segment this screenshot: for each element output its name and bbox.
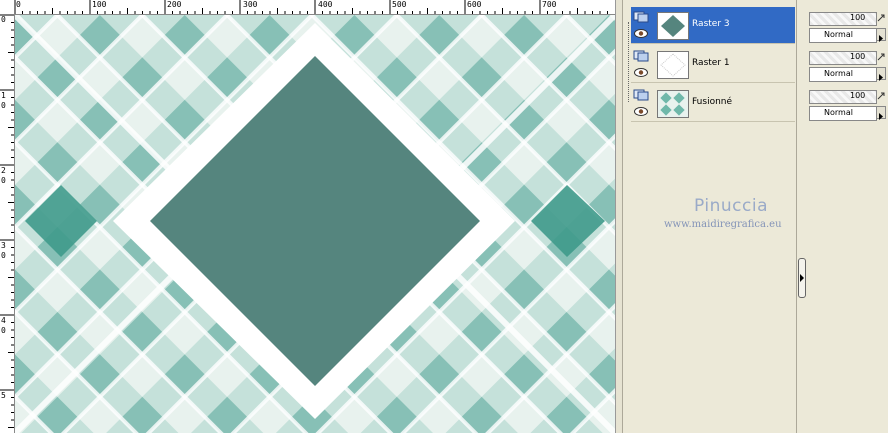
watermark-title: Pinuccia (694, 196, 768, 216)
layer-props-fusionne: 100 Normal (806, 80, 888, 121)
canvas-border (615, 0, 622, 433)
eye-icon[interactable] (634, 29, 648, 38)
vruler-label: 0 (1, 101, 6, 110)
ruler-label-700: 700 (542, 0, 557, 9)
blend-mode-select[interactable]: Normal (809, 106, 877, 121)
layer-properties-panel: 100 Normal 100 Normal 100 Normal (806, 0, 888, 433)
vruler-label: 0 (1, 251, 6, 260)
expand-arrow-icon (800, 274, 804, 282)
layer-row-fusionne[interactable]: Fusionné (631, 85, 795, 122)
blend-mode-dropdown-button[interactable] (876, 106, 886, 120)
layer-props-raster-3: 100 Normal (806, 2, 888, 43)
canvas-artwork (15, 15, 615, 433)
vertical-ruler: 0 1 0 2 0 3 0 4 0 5 (0, 14, 15, 433)
layer-name[interactable]: Raster 1 (692, 58, 730, 68)
vruler-label: 3 (1, 241, 6, 250)
ruler-label-0: 0 (16, 0, 21, 9)
vruler-label: 0 (1, 15, 6, 24)
chevron-right-icon (879, 113, 883, 120)
blend-mode-dropdown-button[interactable] (876, 67, 886, 81)
blend-mode-label: Normal (824, 69, 853, 78)
vruler-label: 0 (1, 176, 6, 185)
vruler-label: 1 (1, 91, 6, 100)
opacity-slider[interactable] (809, 51, 877, 65)
blend-mode-dropdown-button[interactable] (876, 28, 886, 42)
eye-icon[interactable] (634, 107, 648, 116)
layer-thumbnail (657, 51, 689, 79)
vruler-label: 0 (1, 326, 6, 335)
layer-group-icon[interactable] (633, 50, 649, 62)
opacity-spin-icon[interactable] (876, 51, 886, 63)
ruler-label-100: 100 (92, 0, 107, 9)
opacity-slider[interactable] (809, 12, 877, 26)
opacity-value: 100 (850, 52, 866, 61)
layer-thumbnail (657, 12, 689, 40)
vruler-label: 4 (1, 316, 6, 325)
vruler-label: 2 (1, 166, 6, 175)
opacity-spin-icon[interactable] (876, 90, 886, 102)
splitter-handle[interactable] (798, 258, 806, 298)
layer-row-raster-1[interactable]: Raster 1 (631, 46, 795, 83)
ruler-label-300: 300 (243, 0, 258, 9)
opacity-value: 100 (850, 91, 866, 100)
eye-icon[interactable] (634, 68, 648, 77)
image-canvas[interactable] (15, 15, 615, 433)
ruler-label-200: 200 (167, 0, 182, 9)
ruler-label-600: 600 (467, 0, 482, 9)
layer-row-raster-3[interactable]: Raster 3 (631, 7, 795, 44)
vruler-label: 5 (1, 391, 6, 400)
layer-tree-line (628, 22, 630, 102)
ruler-label-500: 500 (392, 0, 407, 9)
opacity-value: 100 (850, 13, 866, 22)
opacity-spin-icon[interactable] (876, 12, 886, 24)
horizontal-ruler: 0 100 200 300 400 500 600 700 (0, 0, 620, 15)
blend-mode-label: Normal (824, 108, 853, 117)
layer-name[interactable]: Raster 3 (692, 19, 730, 29)
layers-palette: Raster 3 Raster 1 Fusionné (622, 0, 797, 433)
watermark-url: www.maidiregrafica.eu (664, 219, 782, 230)
ruler-ticks-vertical (0, 14, 14, 428)
opacity-slider[interactable] (809, 90, 877, 104)
layer-group-icon[interactable] (633, 89, 649, 101)
ruler-label-400: 400 (318, 0, 333, 9)
layer-props-raster-1: 100 Normal (806, 41, 888, 82)
blend-mode-label: Normal (824, 30, 853, 39)
layer-group-icon[interactable] (633, 11, 649, 23)
layer-name[interactable]: Fusionné (692, 97, 732, 107)
layer-thumbnail (657, 90, 689, 118)
